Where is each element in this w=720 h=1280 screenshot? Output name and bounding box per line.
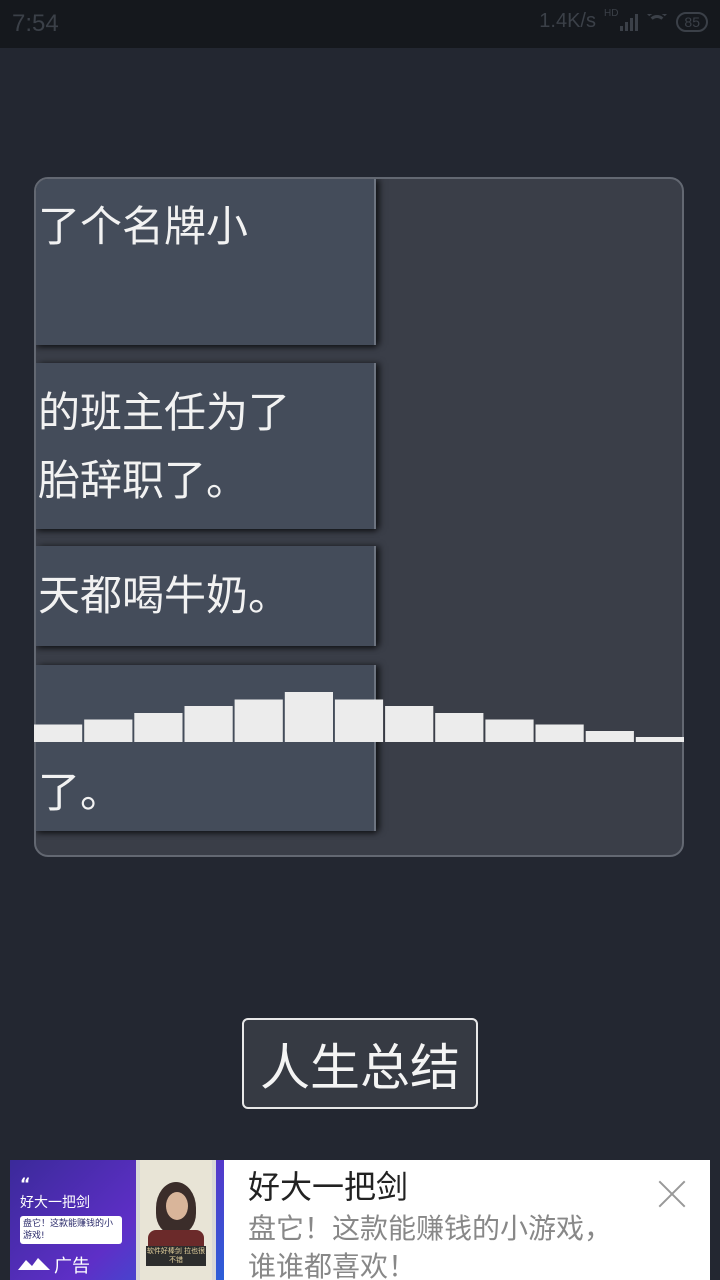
visualizer-svg: [34, 692, 684, 742]
signal-icon: [620, 13, 639, 31]
portrait-face: [166, 1192, 188, 1220]
visualizer-bar: [134, 713, 183, 742]
visualizer-bar: [635, 737, 684, 742]
visualizer-bar: [585, 731, 634, 742]
ad-tag: 广告: [54, 1256, 90, 1277]
visualizer-bar: [234, 699, 283, 742]
audio-visualizer: [34, 680, 686, 742]
battery-icon: 85: [676, 11, 708, 32]
event-card: 天都喝牛奶。: [36, 546, 376, 646]
event-card: 了个名牌小: [36, 179, 376, 345]
network-speed: 1.4K/s: [539, 10, 596, 32]
status-time: 7:54: [12, 10, 59, 37]
event-text: 了。: [38, 768, 123, 817]
ad-thumbnail[interactable]: “ 好大一把剑 盘它！这款能赚钱的小游戏! 广告 软件好棒剑 拉也很不错: [10, 1160, 224, 1280]
visualizer-bar: [485, 719, 534, 742]
ad-description[interactable]: 盘它！这款能赚钱的小游戏，谁谁都喜欢！: [248, 1210, 628, 1280]
visualizer-bar: [435, 713, 484, 742]
visualizer-bar: [284, 692, 333, 742]
visualizer-bar: [385, 706, 434, 742]
life-events-panel: 了个名牌小 的班主任为了 胎辞职了。 天都喝牛奶。 了。: [34, 177, 684, 857]
status-right: 1.4K/s HD 85: [539, 8, 708, 33]
event-card: 的班主任为了 胎辞职了。: [36, 363, 376, 529]
ad-phone-caption: 软件好棒剑 拉也很不错: [146, 1246, 206, 1266]
ad-banner[interactable]: “ 好大一把剑 盘它！这款能赚钱的小游戏! 广告 软件好棒剑 拉也很不错 好大一…: [10, 1160, 710, 1280]
ad-phone-image: 软件好棒剑 拉也很不错: [136, 1160, 216, 1280]
ad-logo-icon: [18, 1256, 50, 1273]
ad-title[interactable]: 好大一把剑: [248, 1162, 408, 1208]
event-text: 了个名牌小: [38, 202, 249, 251]
visualizer-bar: [535, 724, 584, 742]
visualizer-bar: [334, 699, 384, 742]
close-icon[interactable]: [656, 1178, 688, 1210]
ad-thumb-subtitle: 盘它！这款能赚钱的小游戏!: [20, 1216, 122, 1244]
hd-label: HD: [603, 8, 619, 19]
event-text: 的班主任为了 胎辞职了。: [38, 388, 291, 505]
life-summary-button[interactable]: 人生总结: [242, 1018, 478, 1109]
visualizer-bar: [34, 724, 83, 742]
visualizer-bar: [84, 719, 133, 742]
ad-thumb-title: 好大一把剑: [20, 1195, 90, 1211]
wifi-icon: [646, 14, 668, 30]
event-text: 天都喝牛奶。: [38, 571, 291, 620]
visualizer-bar: [184, 706, 233, 742]
quote-icon: “: [20, 1174, 31, 1193]
status-bar: 7:54 1.4K/s HD 85: [0, 0, 720, 48]
